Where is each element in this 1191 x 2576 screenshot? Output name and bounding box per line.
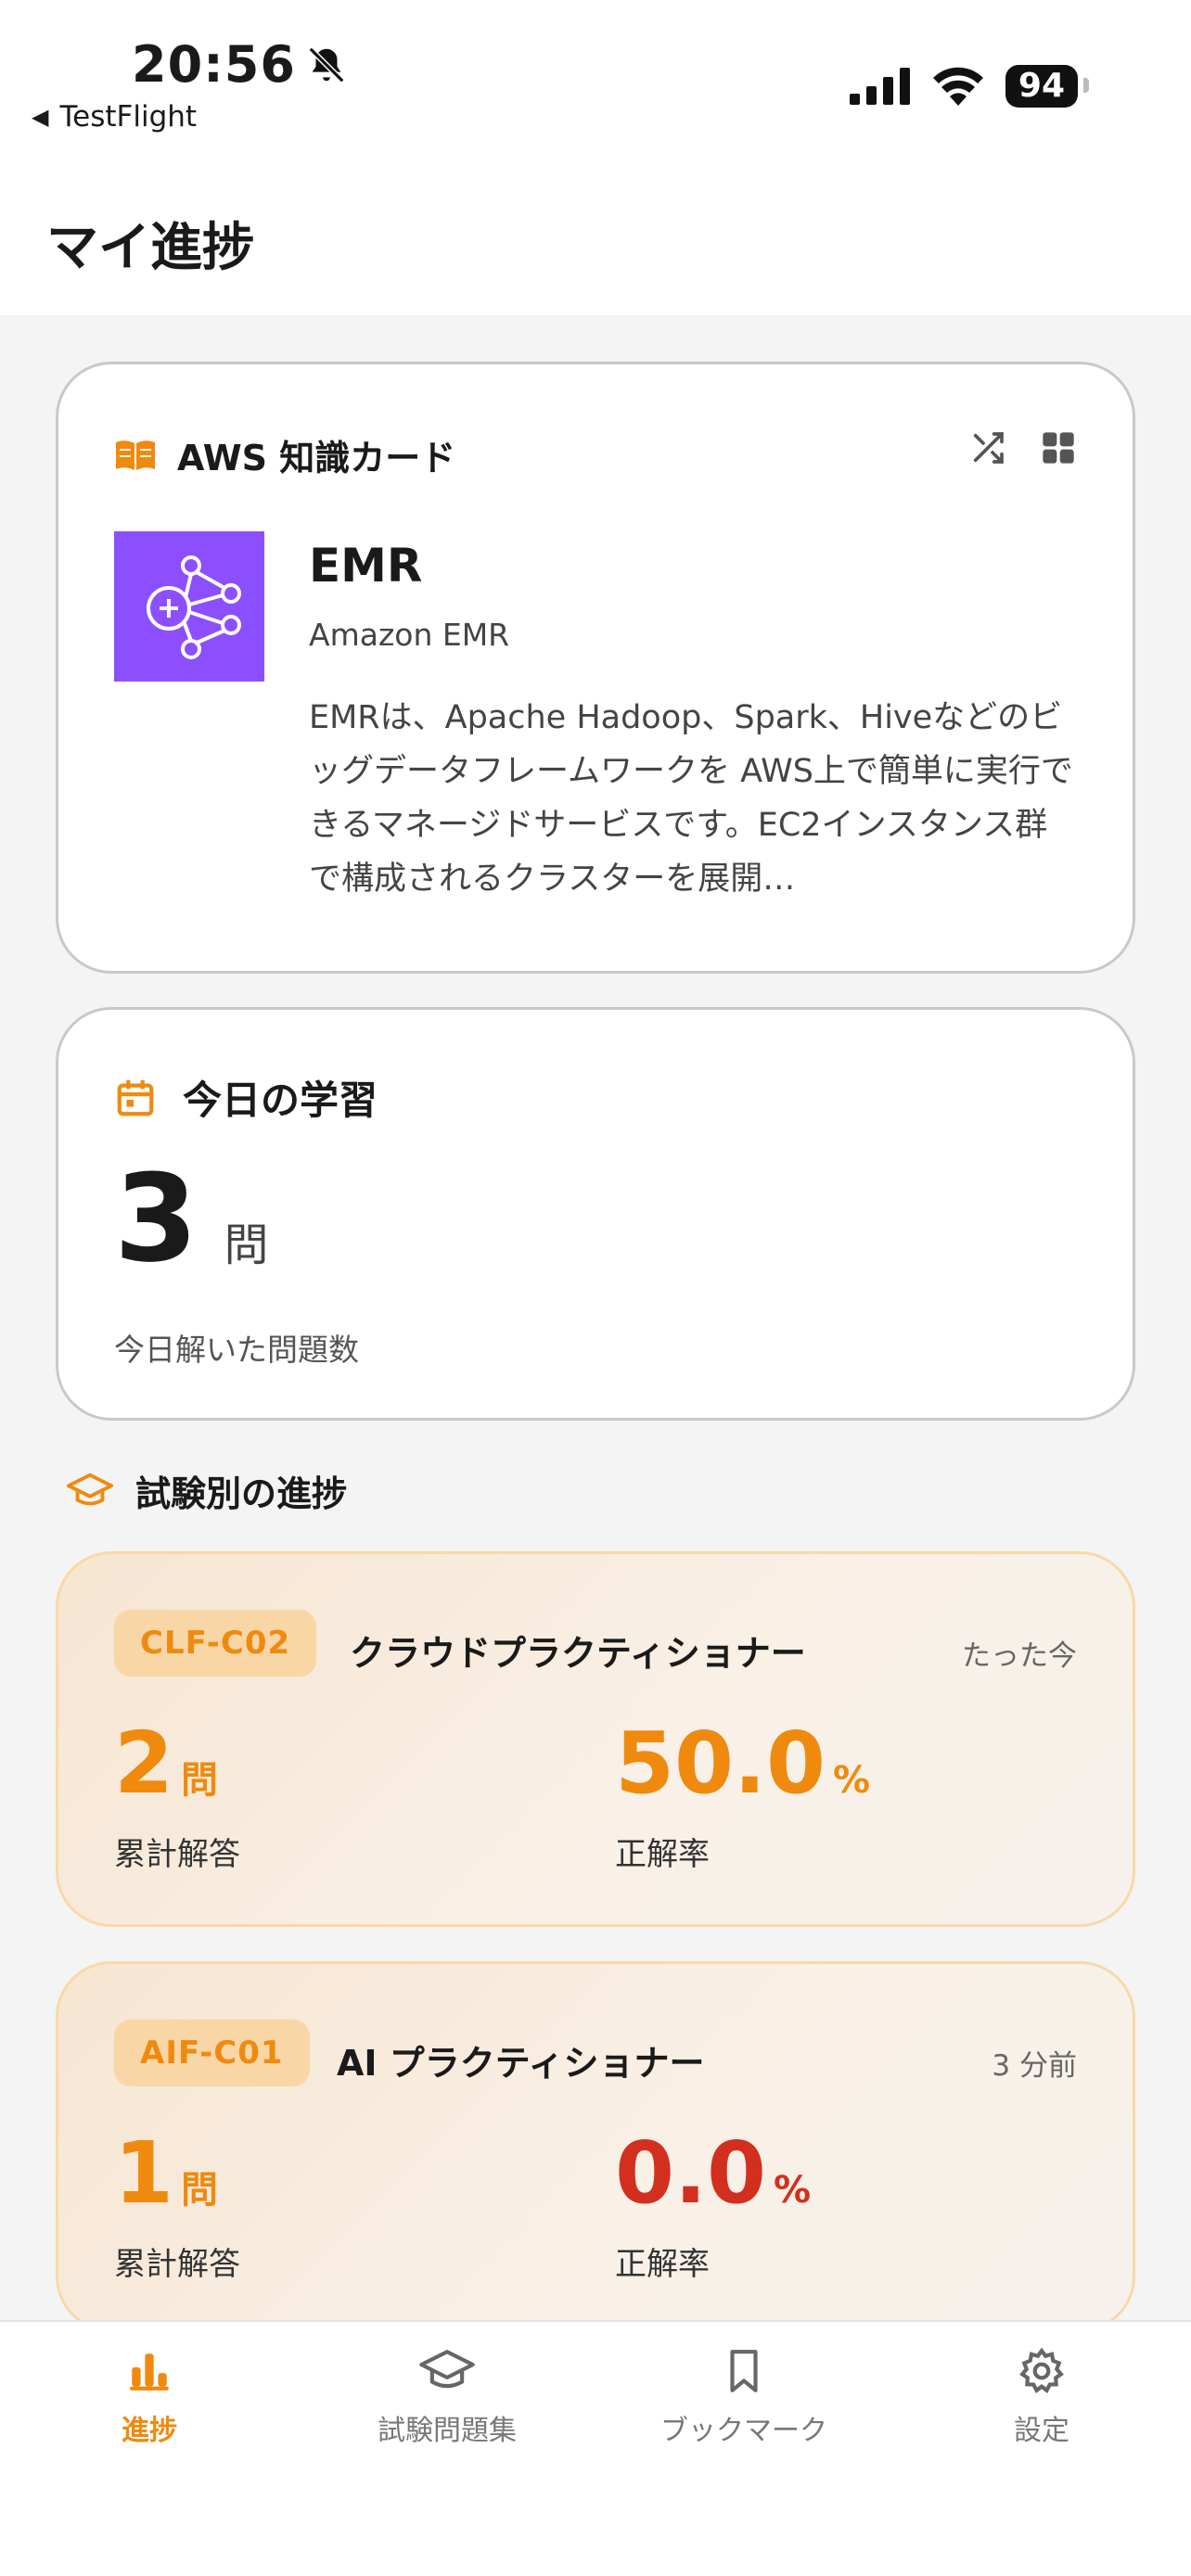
exam-code-badge: CLF-C02	[114, 1610, 317, 1677]
exam-progress-title: 試験別の進捗	[135, 1473, 348, 1514]
back-to-app-link[interactable]: ◀ TestFlight	[32, 100, 197, 134]
answered-count: 2	[114, 1714, 174, 1813]
tab-progress-label: 進捗	[122, 2415, 177, 2447]
tab-settings[interactable]: 設定	[921, 2348, 1162, 2448]
service-name: EMR	[309, 539, 423, 593]
battery-indicator: 94	[1005, 65, 1090, 108]
answered-label: 累計解答	[114, 1836, 240, 1873]
status-time: 20:56	[132, 35, 348, 94]
graduation-cap-icon	[67, 1473, 113, 1505]
tab-bookmarks[interactable]: ブックマーク	[623, 2348, 864, 2448]
today-study-title: 今日の学習	[183, 1078, 378, 1123]
today-count-label: 今日解いた問題数	[114, 1332, 359, 1368]
tab-progress[interactable]: 進捗	[29, 2348, 270, 2448]
emr-network-icon	[147, 555, 241, 659]
accuracy-unit: %	[833, 1759, 871, 1802]
exam-progress-header: 試験別の進捗	[67, 1465, 347, 1516]
calendar-icon	[117, 1079, 154, 1116]
bar-chart-icon	[130, 2353, 169, 2391]
exam-code-badge: AIF-C01	[114, 2020, 310, 2086]
wifi-icon	[932, 67, 983, 106]
answered-unit: 問	[181, 2169, 219, 2212]
answered-label: 累計解答	[114, 2246, 240, 2283]
shuffle-icon[interactable]	[969, 429, 1006, 466]
accuracy-unit: %	[773, 2169, 812, 2212]
service-full-name: Amazon EMR	[309, 617, 510, 653]
today-count: 3 問	[114, 1158, 268, 1279]
accuracy-metric: 50.0 %	[615, 1721, 870, 1806]
exam-last-activity: たった今	[962, 1639, 1077, 1673]
gear-icon	[1019, 2348, 1064, 2393]
accuracy-metric: 0.0 %	[615, 2131, 811, 2216]
tab-bar: 進捗 試験問題集 ブックマーク 設定	[0, 2320, 1191, 2576]
exam-last-activity: 3 分前	[992, 2049, 1077, 2083]
knowledge-card-header: AWS 知識カード	[114, 429, 455, 480]
answered-count: 1	[114, 2123, 174, 2223]
bookmark-icon	[730, 2350, 758, 2392]
tab-settings-label: 設定	[1014, 2415, 1069, 2447]
tab-exams[interactable]: 試験問題集	[327, 2348, 568, 2448]
back-app-label: TestFlight	[59, 100, 198, 134]
today-study-card: 今日の学習 3 問 今日解いた問題数	[56, 1007, 1135, 1421]
answered-metric: 1 問	[114, 2131, 218, 2216]
accuracy-value: 0.0	[615, 2123, 766, 2223]
graduation-cap-icon	[419, 2350, 475, 2389]
accuracy-label: 正解率	[615, 1836, 710, 1873]
signal-icon	[849, 68, 910, 105]
page-title: マイ進捗	[46, 218, 254, 278]
answered-metric: 2 問	[114, 1721, 218, 1806]
bell-slash-icon	[308, 46, 345, 83]
status-time-text: 20:56	[132, 35, 296, 94]
today-study-header: 今日の学習	[114, 1069, 378, 1126]
tab-exams-label: 試験問題集	[378, 2415, 517, 2447]
service-description: EMRは、Apache Hadoop、Spark、Hiveなどのビッグデータフレ…	[309, 699, 1073, 898]
exam-card-clf[interactable]: CLF-C02 クラウドプラクティショナー たった今 2 問 50.0 % 累計…	[56, 1551, 1135, 1927]
back-triangle-icon: ◀	[32, 104, 49, 130]
knowledge-card-title: AWS 知識カード	[177, 438, 456, 478]
status-indicators: 94	[849, 65, 1090, 108]
answered-unit: 問	[181, 1759, 219, 1802]
today-count-unit: 問	[224, 1219, 269, 1271]
exam-name: AI プラクティショナー	[337, 2043, 705, 2084]
knowledge-card-tools	[969, 429, 1077, 466]
top-header: 20:56 ◀ TestFlight 94 マイ進捗	[0, 0, 1191, 315]
today-count-value: 3	[114, 1148, 198, 1289]
tab-bookmarks-label: ブックマーク	[660, 2415, 827, 2447]
open-book-icon	[116, 440, 155, 470]
exam-name: クラウドプラクティショナー	[350, 1633, 806, 1674]
exam-card-aif[interactable]: AIF-C01 AI プラクティショナー 3 分前 1 問 0.0 % 累計解答…	[56, 1961, 1135, 2332]
accuracy-label: 正解率	[615, 2246, 710, 2283]
accuracy-value: 50.0	[615, 1714, 826, 1813]
emr-service-logo	[114, 531, 264, 682]
knowledge-card[interactable]: AWS 知識カード EMR Amazon EMR EMRは、Apache Had…	[56, 362, 1135, 974]
grid-icon[interactable]	[1040, 429, 1077, 466]
